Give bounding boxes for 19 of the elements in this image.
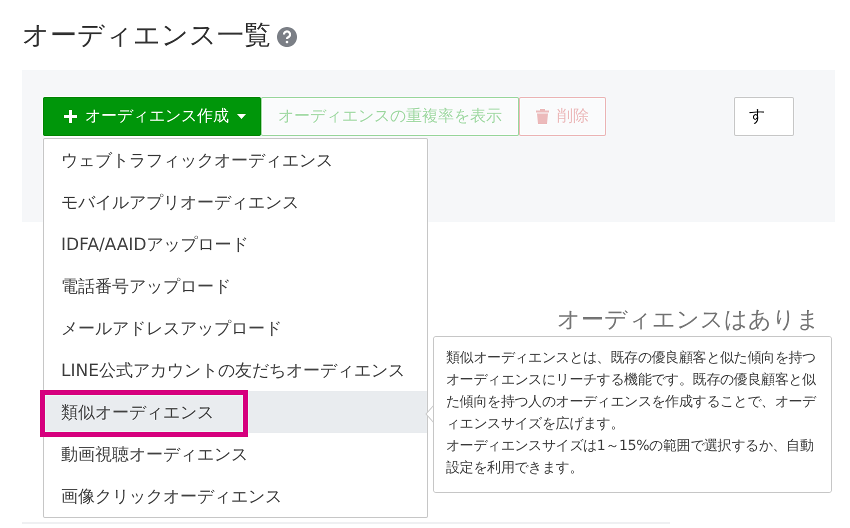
tooltip-text: 類似オーディエンスとは、既存の優良顧客と似た傾向を持つオーディエンスにリーチする機能です。既存の優良顧客と似た傾向を持つ人のオーディエンスを作成することで、オーディエンスサイズを広げます。 <box>446 349 818 434</box>
trash-icon <box>536 109 549 124</box>
menu-item[interactable]: 電話番号アップロード <box>44 265 427 307</box>
menu-item[interactable]: LINE公式アカウントの友だちオーディエンス <box>44 349 427 391</box>
create-audience-button[interactable]: オーディエンス作成 <box>43 97 261 136</box>
menu-item[interactable]: メールアドレスアップロード <box>44 307 427 349</box>
empty-message: オーディエンスはありま <box>557 306 820 334</box>
menu-item[interactable]: モバイルアプリオーディエンス <box>44 181 427 223</box>
menu-item[interactable]: ウェブトラフィックオーディエンス <box>44 139 427 181</box>
plus-icon <box>64 110 77 123</box>
filter-dropdown[interactable]: す <box>734 97 794 136</box>
page-title: オーディエンス一覧 <box>22 19 271 53</box>
menu-item[interactable]: 類似オーディエンス <box>44 391 427 433</box>
menu-item[interactable]: 画像クリックオーディエンス <box>44 475 427 517</box>
caret-icon <box>237 114 246 119</box>
tooltip-text: オーディエンスサイズは1～15%の範囲で選択するか、自動設定を利用できます。 <box>446 437 815 478</box>
menu-item[interactable]: IDFA/AAIDアップロード <box>44 223 427 265</box>
help-icon[interactable] <box>277 27 297 47</box>
menu-item[interactable]: 動画視聴オーディエンス <box>44 433 427 475</box>
